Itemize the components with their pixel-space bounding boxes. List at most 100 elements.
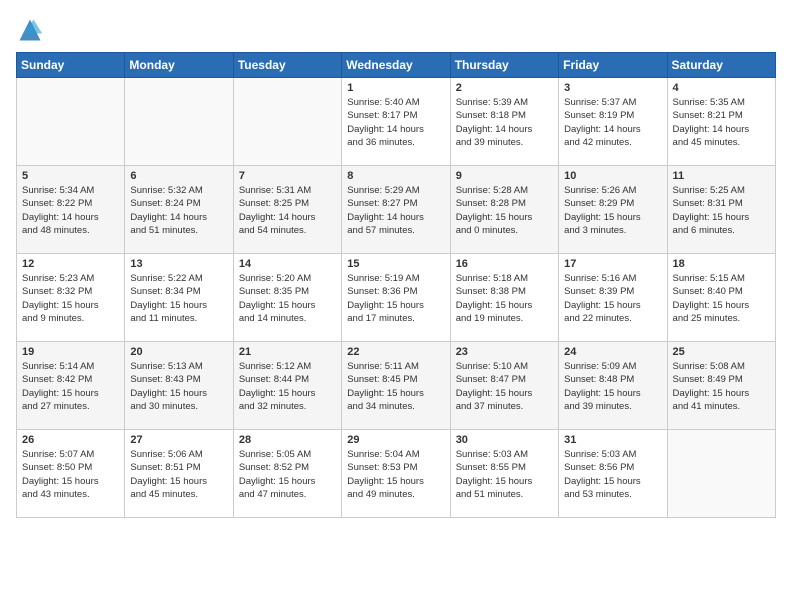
calendar-cell: 6 Sunrise: 5:32 AM Sunset: 8:24 PM Daylig… (125, 166, 233, 254)
day-number: 2 (456, 82, 553, 94)
cell-info: Sunrise: 5:18 AM Sunset: 8:38 PM Dayligh… (456, 272, 553, 325)
day-number: 13 (130, 258, 227, 270)
cell-info: Sunrise: 5:06 AM Sunset: 8:51 PM Dayligh… (130, 448, 227, 501)
cell-info: Sunrise: 5:12 AM Sunset: 8:44 PM Dayligh… (239, 360, 336, 413)
day-number: 28 (239, 434, 336, 446)
calendar-week-row: 1 Sunrise: 5:40 AM Sunset: 8:17 PM Daylig… (17, 78, 776, 166)
day-number: 14 (239, 258, 336, 270)
day-number: 15 (347, 258, 444, 270)
calendar-cell: 27 Sunrise: 5:06 AM Sunset: 8:51 PM Dayli… (125, 430, 233, 518)
cell-info: Sunrise: 5:28 AM Sunset: 8:28 PM Dayligh… (456, 184, 553, 237)
calendar-cell: 31 Sunrise: 5:03 AM Sunset: 8:56 PM Dayli… (559, 430, 667, 518)
calendar-cell: 25Sunrise: 5:08 AM Sunset: 8:49 PM Dayli… (667, 342, 775, 430)
calendar-cell: 4Sunrise: 5:35 AM Sunset: 8:21 PM Daylig… (667, 78, 775, 166)
calendar-cell (17, 78, 125, 166)
header-day: Thursday (450, 53, 558, 78)
calendar-cell: 26 Sunrise: 5:07 AM Sunset: 8:50 PM Dayli… (17, 430, 125, 518)
day-number: 9 (456, 170, 553, 182)
day-number: 10 (564, 170, 661, 182)
calendar-cell: 15 Sunrise: 5:19 AM Sunset: 8:36 PM Dayli… (342, 254, 450, 342)
calendar-cell: 9 Sunrise: 5:28 AM Sunset: 8:28 PM Daylig… (450, 166, 558, 254)
header-day: Tuesday (233, 53, 341, 78)
calendar-cell (233, 78, 341, 166)
calendar-cell (667, 430, 775, 518)
day-number: 1 (347, 82, 444, 94)
cell-info: Sunrise: 5:16 AM Sunset: 8:39 PM Dayligh… (564, 272, 661, 325)
calendar-cell: 28 Sunrise: 5:05 AM Sunset: 8:52 PM Dayli… (233, 430, 341, 518)
calendar-cell: 18 Sunrise: 5:15 AM Sunset: 8:40 PM Dayli… (667, 254, 775, 342)
cell-info: Sunrise: 5:05 AM Sunset: 8:52 PM Dayligh… (239, 448, 336, 501)
cell-info: Sunrise: 5:07 AM Sunset: 8:50 PM Dayligh… (22, 448, 119, 501)
day-number: 12 (22, 258, 119, 270)
calendar-cell: 16 Sunrise: 5:18 AM Sunset: 8:38 PM Dayli… (450, 254, 558, 342)
day-number: 20 (130, 346, 227, 358)
header-row: SundayMondayTuesdayWednesdayThursdayFrid… (17, 53, 776, 78)
calendar-cell: 20 Sunrise: 5:13 AM Sunset: 8:43 PM Dayli… (125, 342, 233, 430)
day-number: 16 (456, 258, 553, 270)
calendar-week-row: 5 Sunrise: 5:34 AM Sunset: 8:22 PM Daylig… (17, 166, 776, 254)
cell-info: Sunrise: 5:19 AM Sunset: 8:36 PM Dayligh… (347, 272, 444, 325)
day-number: 21 (239, 346, 336, 358)
day-number: 19 (22, 346, 119, 358)
calendar-cell: 5 Sunrise: 5:34 AM Sunset: 8:22 PM Daylig… (17, 166, 125, 254)
calendar-cell: 14 Sunrise: 5:20 AM Sunset: 8:35 PM Dayli… (233, 254, 341, 342)
cell-info: Sunrise: 5:03 AM Sunset: 8:55 PM Dayligh… (456, 448, 553, 501)
logo-icon (16, 16, 44, 44)
calendar-cell (125, 78, 233, 166)
day-number: 26 (22, 434, 119, 446)
cell-info: Sunrise: 5:26 AM Sunset: 8:29 PM Dayligh… (564, 184, 661, 237)
calendar-cell: 10 Sunrise: 5:26 AM Sunset: 8:29 PM Dayli… (559, 166, 667, 254)
cell-info: Sunrise: 5:37 AM Sunset: 8:19 PM Dayligh… (564, 96, 661, 149)
day-number: 27 (130, 434, 227, 446)
calendar-cell: 13 Sunrise: 5:22 AM Sunset: 8:34 PM Dayli… (125, 254, 233, 342)
logo (16, 16, 48, 44)
calendar-cell: 19 Sunrise: 5:14 AM Sunset: 8:42 PM Dayli… (17, 342, 125, 430)
day-number: 23 (456, 346, 553, 358)
day-number: 3 (564, 82, 661, 94)
cell-info: Sunrise: 5:15 AM Sunset: 8:40 PM Dayligh… (673, 272, 770, 325)
day-number: 31 (564, 434, 661, 446)
cell-info: Sunrise: 5:22 AM Sunset: 8:34 PM Dayligh… (130, 272, 227, 325)
calendar-week-row: 26 Sunrise: 5:07 AM Sunset: 8:50 PM Dayli… (17, 430, 776, 518)
calendar-cell: 3 Sunrise: 5:37 AM Sunset: 8:19 PM Daylig… (559, 78, 667, 166)
day-number: 24 (564, 346, 661, 358)
calendar-cell: 30 Sunrise: 5:03 AM Sunset: 8:55 PM Dayli… (450, 430, 558, 518)
page-header (16, 16, 776, 44)
header-day: Saturday (667, 53, 775, 78)
cell-info: Sunrise: 5:32 AM Sunset: 8:24 PM Dayligh… (130, 184, 227, 237)
calendar-cell: 23Sunrise: 5:10 AM Sunset: 8:47 PM Dayli… (450, 342, 558, 430)
cell-info: Sunrise: 5:14 AM Sunset: 8:42 PM Dayligh… (22, 360, 119, 413)
calendar-cell: 2Sunrise: 5:39 AM Sunset: 8:18 PM Daylig… (450, 78, 558, 166)
cell-info: Sunrise: 5:20 AM Sunset: 8:35 PM Dayligh… (239, 272, 336, 325)
day-number: 11 (673, 170, 770, 182)
day-number: 30 (456, 434, 553, 446)
cell-info: Sunrise: 5:08 AM Sunset: 8:49 PM Dayligh… (673, 360, 770, 413)
day-number: 18 (673, 258, 770, 270)
calendar-cell: 21 Sunrise: 5:12 AM Sunset: 8:44 PM Dayli… (233, 342, 341, 430)
day-number: 17 (564, 258, 661, 270)
cell-info: Sunrise: 5:34 AM Sunset: 8:22 PM Dayligh… (22, 184, 119, 237)
cell-info: Sunrise: 5:04 AM Sunset: 8:53 PM Dayligh… (347, 448, 444, 501)
header-day: Monday (125, 53, 233, 78)
calendar-cell: 12Sunrise: 5:23 AM Sunset: 8:32 PM Dayli… (17, 254, 125, 342)
calendar-cell: 11 Sunrise: 5:25 AM Sunset: 8:31 PM Dayli… (667, 166, 775, 254)
day-number: 22 (347, 346, 444, 358)
calendar-week-row: 19 Sunrise: 5:14 AM Sunset: 8:42 PM Dayli… (17, 342, 776, 430)
cell-info: Sunrise: 5:40 AM Sunset: 8:17 PM Dayligh… (347, 96, 444, 149)
cell-info: Sunrise: 5:35 AM Sunset: 8:21 PM Dayligh… (673, 96, 770, 149)
calendar-cell: 17 Sunrise: 5:16 AM Sunset: 8:39 PM Dayli… (559, 254, 667, 342)
calendar-cell: 29 Sunrise: 5:04 AM Sunset: 8:53 PM Dayli… (342, 430, 450, 518)
cell-info: Sunrise: 5:09 AM Sunset: 8:48 PM Dayligh… (564, 360, 661, 413)
header-day: Sunday (17, 53, 125, 78)
cell-info: Sunrise: 5:25 AM Sunset: 8:31 PM Dayligh… (673, 184, 770, 237)
calendar-cell: 1 Sunrise: 5:40 AM Sunset: 8:17 PM Daylig… (342, 78, 450, 166)
day-number: 7 (239, 170, 336, 182)
day-number: 5 (22, 170, 119, 182)
header-day: Friday (559, 53, 667, 78)
cell-info: Sunrise: 5:13 AM Sunset: 8:43 PM Dayligh… (130, 360, 227, 413)
calendar-cell: 8Sunrise: 5:29 AM Sunset: 8:27 PM Daylig… (342, 166, 450, 254)
day-number: 6 (130, 170, 227, 182)
cell-info: Sunrise: 5:03 AM Sunset: 8:56 PM Dayligh… (564, 448, 661, 501)
day-number: 29 (347, 434, 444, 446)
cell-info: Sunrise: 5:11 AM Sunset: 8:45 PM Dayligh… (347, 360, 444, 413)
